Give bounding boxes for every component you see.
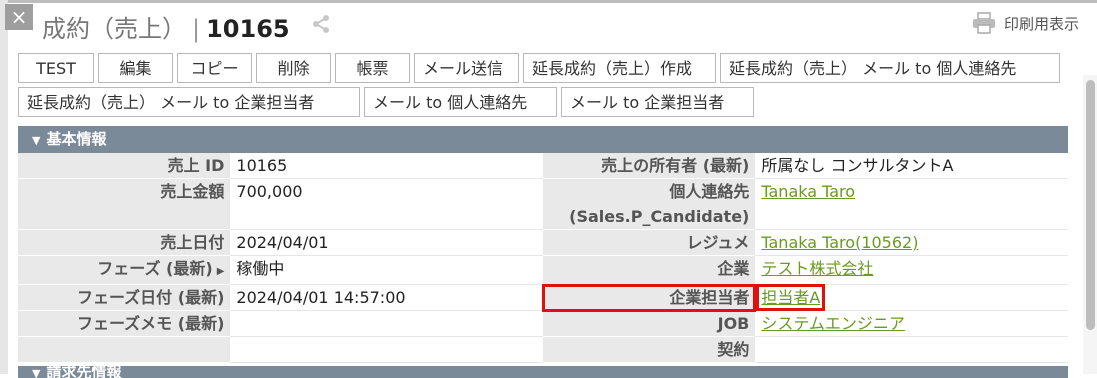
extension-mail-contact-button[interactable]: 延長成約（売上） メール to 企業担当者	[18, 87, 360, 117]
phase-date-value: 2024/04/01 14:57:00	[230, 284, 543, 311]
resume-label: レジュメ	[542, 229, 756, 256]
create-extension-button[interactable]: 延長成約（売上）作成	[523, 53, 716, 83]
job-link[interactable]: システムエンジニア	[761, 314, 905, 333]
copy-button[interactable]: コピー	[177, 53, 252, 83]
sales-id-label: 売上 ID	[18, 153, 231, 179]
billing-info-header[interactable]: ▼ 請求先情報	[18, 366, 1068, 378]
phase-label-text: フェーズ (最新)	[97, 259, 213, 278]
candidate-label-line1: 個人連絡先	[669, 182, 750, 201]
close-button[interactable]: ×	[5, 4, 33, 30]
company-contact-link[interactable]: 担当者A	[761, 288, 820, 307]
window-left-edge	[0, 0, 8, 374]
phase-memo-label: フェーズメモ (最新)	[18, 310, 231, 337]
table-row: フェーズ日付 (最新) 2024/04/01 14:57:00 企業担当者 担当…	[18, 283, 1068, 312]
page-title: 成約（売上） | 10165	[42, 9, 290, 44]
company-label: 企業	[542, 255, 756, 285]
toolbar-row-1: TEST 編集 コピー 削除 帳票 メール送信 延長成約（売上）作成 延長成約（…	[18, 53, 1060, 83]
billing-info-title: 請求先情報	[46, 366, 122, 378]
phase-value: 稼働中	[230, 255, 543, 285]
record-number: 10165	[206, 15, 290, 43]
extension-mail-candidate-button[interactable]: 延長成約（売上） メール to 個人連絡先	[720, 53, 1060, 83]
close-icon: ×	[10, 5, 28, 29]
owner-value: 所属なし コンサルタントA	[755, 153, 1068, 179]
empty-value	[230, 336, 543, 363]
company-value: テスト株式会社	[755, 255, 1068, 285]
job-label: JOB	[542, 310, 756, 337]
empty-label	[18, 336, 231, 363]
expand-triangle-icon: ▶	[216, 266, 225, 277]
basic-info-table: 売上 ID 10165 売上の所有者 (最新) 所属なし コンサルタントA 売上…	[18, 153, 1068, 363]
sales-date-label: 売上日付	[18, 229, 231, 256]
table-row: フェーズメモ (最新) JOB システムエンジニア	[18, 310, 1068, 337]
window-top-edge	[0, 0, 1097, 3]
table-row: 売上 ID 10165 売上の所有者 (最新) 所属なし コンサルタントA	[18, 153, 1068, 179]
mail-candidate-button[interactable]: メール to 個人連絡先	[364, 87, 557, 117]
phase-memo-value	[230, 310, 543, 337]
test-button[interactable]: TEST	[18, 53, 94, 83]
company-contact-label: 企業担当者	[541, 283, 757, 312]
job-value: システムエンジニア	[755, 310, 1068, 337]
phase-date-label: フェーズ日付 (最新)	[18, 284, 231, 311]
contract-label: 契約	[542, 336, 756, 363]
resume-link[interactable]: Tanaka Taro(10562)	[761, 233, 918, 252]
amount-label: 売上金額	[18, 178, 231, 230]
candidate-link[interactable]: Tanaka Taro	[761, 182, 855, 201]
page-title-object: 成約（売上）	[42, 15, 186, 43]
title-separator: |	[192, 15, 201, 43]
form-button[interactable]: 帳票	[335, 53, 410, 83]
collapse-triangle-icon: ▼	[32, 367, 41, 378]
candidate-label: 個人連絡先 (Sales.P_Candidate)	[542, 178, 756, 230]
sales-date-value: 2024/04/01	[230, 229, 543, 256]
table-row: 売上日付 2024/04/01 レジュメ Tanaka Taro(10562)	[18, 229, 1068, 256]
table-row: フェーズ (最新) ▶ 稼働中 企業 テスト株式会社	[18, 255, 1068, 285]
printer-icon	[973, 12, 995, 34]
basic-info-header[interactable]: ▼ 基本情報	[18, 126, 1068, 153]
print-view-link[interactable]: 印刷用表示	[972, 12, 1079, 34]
resume-value: Tanaka Taro(10562)	[755, 229, 1068, 256]
scrollbar-thumb[interactable]	[1086, 80, 1095, 330]
sales-id-value: 10165	[230, 153, 543, 179]
edit-button[interactable]: 編集	[98, 53, 173, 83]
print-view-label: 印刷用表示	[1004, 14, 1080, 33]
delete-button[interactable]: 削除	[256, 53, 331, 83]
send-mail-button[interactable]: メール送信	[414, 53, 519, 83]
candidate-value: Tanaka Taro	[755, 178, 1068, 230]
collapse-triangle-icon: ▼	[32, 134, 41, 147]
share-icon[interactable]	[311, 14, 331, 34]
basic-info-title: 基本情報	[46, 130, 107, 148]
table-row: 売上金額 700,000 個人連絡先 (Sales.P_Candidate) Ta…	[18, 178, 1068, 230]
company-contact-highlight: 担当者A	[756, 284, 826, 311]
mail-contact-button[interactable]: メール to 企業担当者	[561, 87, 754, 117]
amount-value: 700,000	[230, 178, 543, 230]
table-row: 契約	[18, 336, 1068, 363]
owner-label: 売上の所有者 (最新)	[542, 153, 756, 179]
contract-value	[755, 336, 1068, 363]
phase-label[interactable]: フェーズ (最新) ▶	[18, 255, 231, 285]
company-link[interactable]: テスト株式会社	[761, 259, 873, 278]
toolbar-row-2: 延長成約（売上） メール to 企業担当者 メール to 個人連絡先 メール t…	[18, 87, 754, 117]
company-contact-value: 担当者A	[755, 284, 1068, 311]
candidate-label-line2: (Sales.P_Candidate)	[569, 207, 750, 226]
